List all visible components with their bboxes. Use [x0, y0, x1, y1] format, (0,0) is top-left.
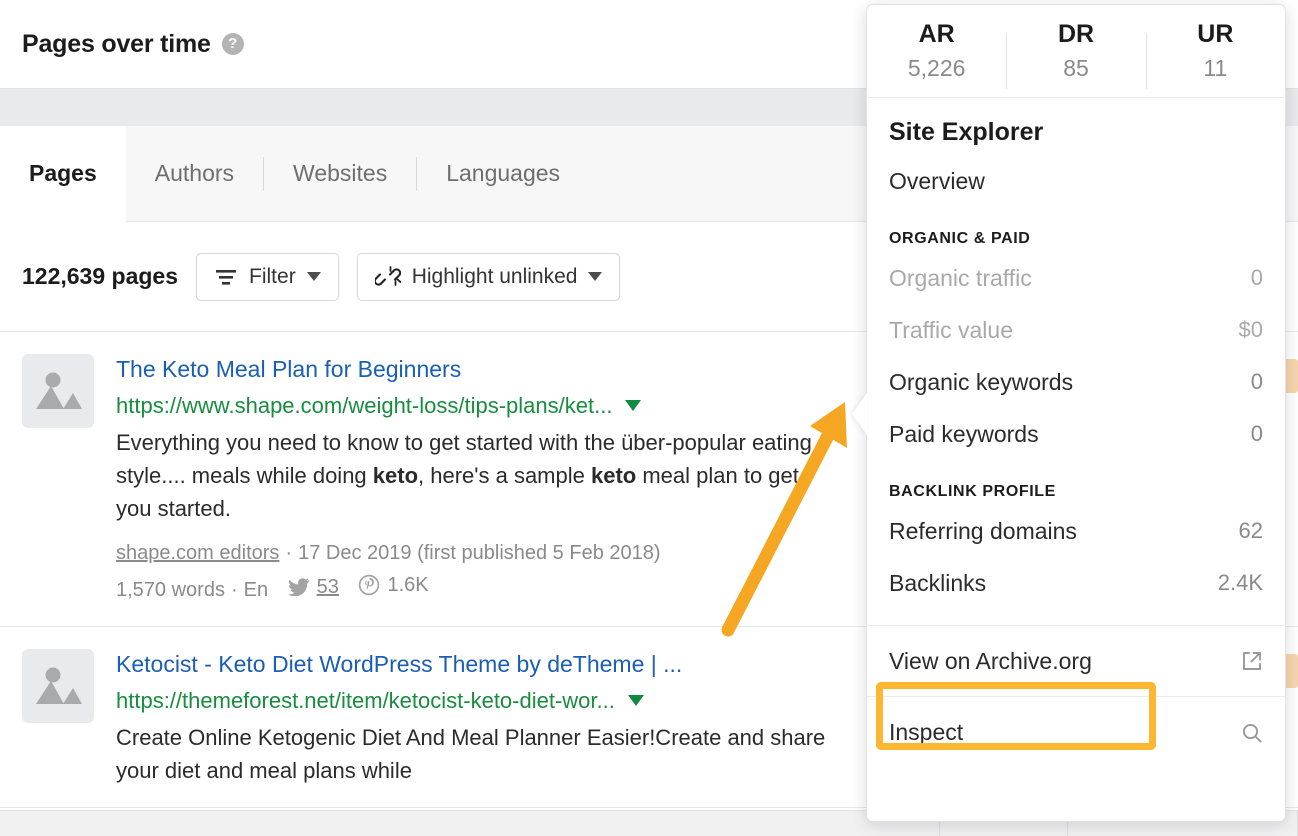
result-author-link[interactable]: shape.com editors: [116, 542, 279, 564]
snippet-highlight: keto: [373, 463, 418, 488]
result-url-link[interactable]: https://www.shape.com/weight-loss/tips-p…: [116, 391, 612, 420]
page-title: Pages over time: [22, 30, 211, 59]
result-url-link[interactable]: https://themeforest.net/item/ketocist-ke…: [116, 686, 615, 715]
metric-ar-value: 5,226: [867, 55, 1006, 82]
broken-link-icon: [375, 265, 401, 289]
dropdown-section-title: Site Explorer: [867, 98, 1285, 147]
menu-item-traffic-value-value: $0: [1239, 317, 1263, 343]
group-label-organic-paid: ORGANIC & PAID: [867, 207, 1285, 252]
menu-item-referring-domains-label: Referring domains: [889, 518, 1077, 545]
menu-item-referring-domains-value: 62: [1239, 518, 1263, 544]
image-placeholder-icon: [22, 354, 94, 428]
menu-item-overview-label: Overview: [889, 168, 985, 195]
menu-item-organic-traffic[interactable]: Organic traffic 0: [867, 252, 1285, 304]
group-label-backlink-profile: BACKLINK PROFILE: [867, 460, 1285, 505]
twitter-count: 53: [317, 571, 339, 603]
menu-item-overview[interactable]: Overview: [867, 155, 1285, 207]
metrics-row: AR 5,226 DR 85 UR 11: [867, 5, 1285, 98]
help-circle-icon[interactable]: ?: [222, 33, 244, 55]
tab-pages[interactable]: Pages: [0, 126, 126, 222]
search-icon: [1241, 722, 1263, 744]
highlight-unlinked-label: Highlight unlinked: [412, 265, 578, 289]
metric-ur-label: UR: [1146, 20, 1285, 49]
menu-item-organic-traffic-label: Organic traffic: [889, 265, 1032, 292]
menu-item-organic-keywords-value: 0: [1251, 369, 1263, 395]
meta-dot: ·: [279, 542, 298, 564]
metric-ar: AR 5,226: [867, 20, 1006, 82]
menu-item-view-on-archive-label: View on Archive.org: [889, 648, 1092, 675]
menu-item-paid-keywords-value: 0: [1251, 421, 1263, 447]
metric-ur: UR 11: [1146, 20, 1285, 82]
menu-item-traffic-value[interactable]: Traffic value $0: [867, 304, 1285, 356]
chevron-down-icon: [588, 272, 602, 281]
metric-dr-value: 85: [1006, 55, 1145, 82]
result-date: 17 Dec 2019 (first published 5 Feb 2018): [298, 542, 660, 564]
pinterest-share-stat: 1.6K: [358, 569, 428, 601]
pinterest-icon: [358, 574, 380, 596]
menu-item-backlinks-label: Backlinks: [889, 570, 986, 597]
menu-item-inspect-label: Inspect: [889, 719, 963, 746]
image-placeholder-icon: [22, 649, 94, 723]
menu-item-view-on-archive[interactable]: View on Archive.org: [867, 626, 1285, 697]
metric-ar-label: AR: [867, 20, 1006, 49]
twitter-share-stat[interactable]: 53: [288, 571, 339, 603]
tab-languages-label: Languages: [446, 160, 560, 187]
menu-item-backlinks-value: 2.4K: [1218, 570, 1263, 596]
result-snippet: Create Online Ketogenic Diet And Meal Pl…: [116, 721, 836, 787]
pinterest-count: 1.6K: [387, 569, 428, 601]
snippet-part: , here's a sample: [418, 463, 591, 488]
menu-item-organic-traffic-value: 0: [1251, 265, 1263, 291]
thumbnail-placeholder: [22, 354, 94, 428]
result-language: En: [244, 579, 268, 601]
metric-dr-label: DR: [1006, 20, 1145, 49]
menu-item-traffic-value-label: Traffic value: [889, 317, 1013, 344]
results-count: 122,639 pages: [22, 263, 178, 290]
thumbnail-placeholder: [22, 649, 94, 723]
site-explorer-dropdown: AR 5,226 DR 85 UR 11 Site Explorer Overv…: [866, 4, 1286, 822]
highlight-unlinked-button[interactable]: Highlight unlinked: [357, 253, 621, 301]
tab-authors-label: Authors: [155, 160, 234, 187]
result-menu-caret-icon[interactable]: [625, 400, 641, 411]
menu-item-organic-keywords-label: Organic keywords: [889, 369, 1073, 396]
external-link-icon: [1241, 650, 1263, 672]
result-menu-caret-icon[interactable]: [628, 695, 644, 706]
meta-dot: ·: [225, 579, 244, 601]
result-word-count: 1,570 words: [116, 579, 225, 601]
tab-websites-label: Websites: [293, 160, 387, 187]
dropdown-pointer-icon: [852, 393, 867, 435]
snippet-highlight: keto: [591, 463, 636, 488]
menu-item-paid-keywords[interactable]: Paid keywords 0: [867, 408, 1285, 460]
filter-button[interactable]: Filter: [196, 253, 339, 301]
footer-cell: [0, 811, 940, 836]
menu-item-organic-keywords[interactable]: Organic keywords 0: [867, 356, 1285, 408]
filter-button-label: Filter: [249, 265, 296, 289]
tab-authors[interactable]: Authors: [126, 126, 263, 222]
chevron-down-icon: [307, 272, 321, 281]
tab-languages[interactable]: Languages: [417, 126, 589, 222]
menu-item-inspect[interactable]: Inspect: [867, 697, 1285, 768]
metric-ur-value: 11: [1146, 55, 1285, 82]
twitter-icon: [288, 578, 310, 596]
result-snippet: Everything you need to know to get start…: [116, 426, 836, 525]
menu-item-backlinks[interactable]: Backlinks 2.4K: [867, 557, 1285, 609]
menu-item-referring-domains[interactable]: Referring domains 62: [867, 505, 1285, 557]
menu-item-paid-keywords-label: Paid keywords: [889, 421, 1039, 448]
metric-dr: DR 85: [1006, 20, 1145, 82]
tab-websites[interactable]: Websites: [264, 126, 416, 222]
filter-icon: [214, 267, 238, 287]
tab-pages-label: Pages: [29, 160, 97, 187]
